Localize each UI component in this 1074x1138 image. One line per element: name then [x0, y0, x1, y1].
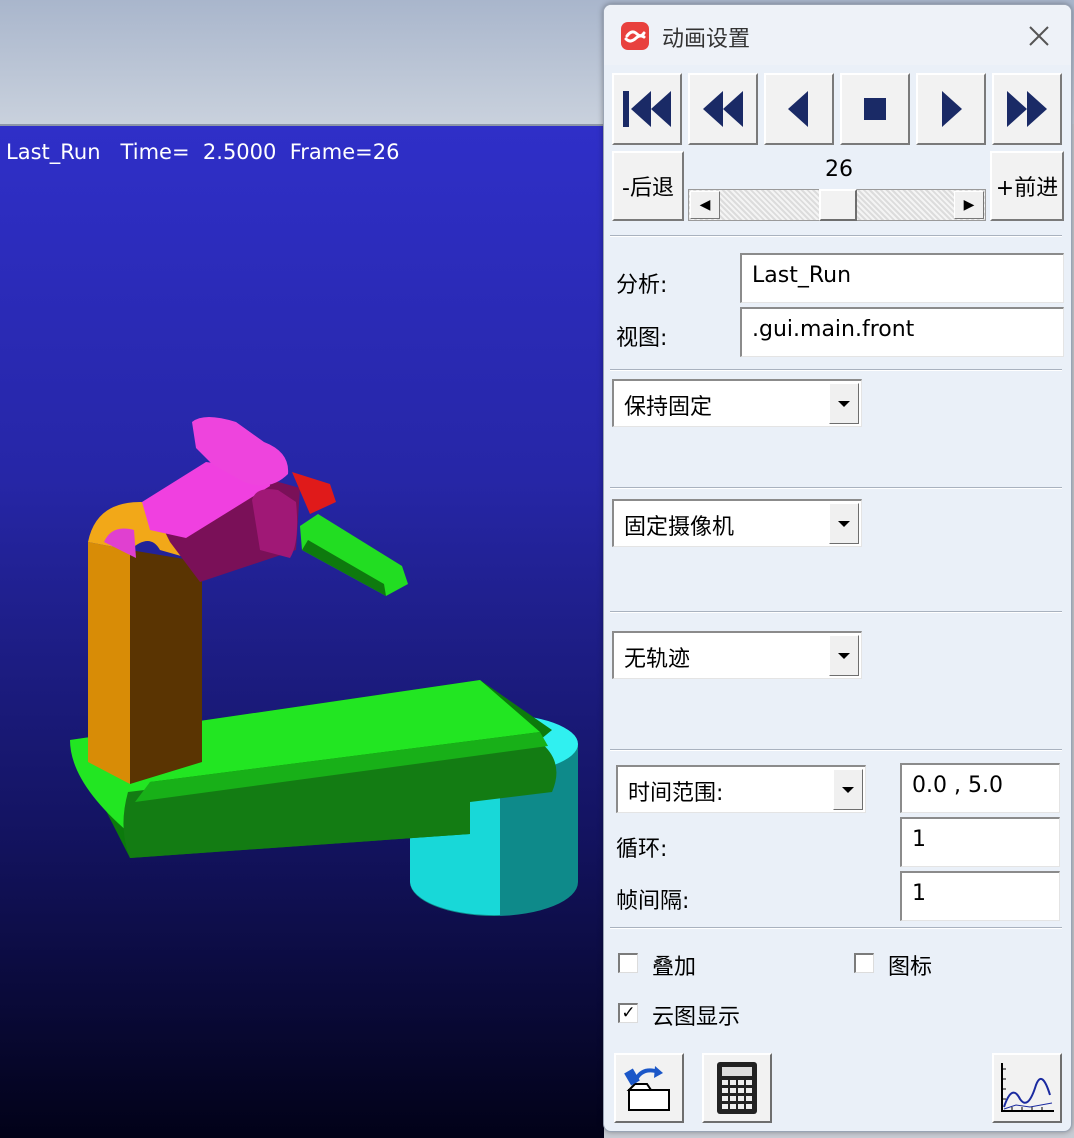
gripper	[300, 514, 408, 596]
plot-icon	[1001, 1063, 1054, 1112]
icons-checkbox[interactable]	[854, 953, 874, 973]
animation-settings-dialog: 动画设置 -后退 26 ◀ ▶ +前进 分析: Last_Run 视图: .gu…	[603, 4, 1072, 1132]
separator	[610, 611, 1062, 613]
separator	[610, 487, 1062, 489]
animation-viewport[interactable]: Last_Run Time= 2.5000 Frame=26	[0, 124, 604, 1138]
analysis-field[interactable]: Last_Run	[740, 253, 1064, 303]
fast-rewind-button[interactable]	[688, 73, 758, 145]
dialog-title: 动画设置	[662, 27, 751, 52]
view-field[interactable]: .gui.main.front	[740, 307, 1064, 357]
calculator-button[interactable]	[702, 1053, 772, 1123]
fast-rewind-icon	[703, 91, 743, 127]
open-file-button[interactable]	[614, 1053, 684, 1123]
step-forward-button[interactable]: +前进	[990, 151, 1064, 221]
view-label: 视图:	[616, 326, 668, 351]
fast-forward-button[interactable]	[992, 73, 1062, 145]
dialog-titlebar[interactable]: 动画设置	[604, 5, 1071, 65]
time-range-mode: 时间范围:	[628, 781, 724, 806]
step-back-button[interactable]: -后退	[612, 151, 684, 221]
frame-number: 26	[825, 157, 853, 182]
contour-checkbox[interactable]: ✓	[618, 1003, 638, 1023]
play-forward-button[interactable]	[916, 73, 986, 145]
trace-select[interactable]: 无轨迹	[612, 631, 862, 679]
fixed-mode-select[interactable]: 保持固定	[612, 379, 862, 427]
overlay-checkbox[interactable]	[618, 953, 638, 973]
dropdown-arrow-icon[interactable]	[829, 635, 859, 676]
stop-icon	[864, 98, 886, 120]
fixed-mode-value: 保持固定	[624, 395, 713, 420]
close-icon[interactable]	[1022, 19, 1056, 53]
separator	[610, 749, 1062, 751]
time-range-field[interactable]: 0.0 , 5.0	[900, 763, 1060, 813]
play-reverse-icon	[788, 91, 808, 127]
contour-label: 云图显示	[652, 1005, 741, 1030]
loop-label: 循环:	[616, 837, 668, 862]
calculator-icon	[717, 1062, 757, 1114]
time-range-select[interactable]: 时间范围:	[616, 765, 866, 813]
separator	[610, 235, 1062, 237]
separator	[610, 369, 1062, 371]
fast-forward-icon	[1007, 91, 1047, 127]
overlay-label: 叠加	[652, 955, 697, 980]
app-logo-icon	[621, 22, 649, 50]
camera-value: 固定摄像机	[624, 515, 735, 540]
play-forward-icon	[942, 91, 962, 127]
stop-button[interactable]	[840, 73, 910, 145]
dropdown-arrow-icon[interactable]	[833, 769, 863, 810]
frame-interval-label: 帧间隔:	[616, 889, 690, 914]
robot-arm-model	[70, 417, 578, 916]
dropdown-arrow-icon[interactable]	[829, 503, 859, 544]
icons-label: 图标	[888, 955, 933, 980]
folder-open-icon	[624, 1066, 670, 1111]
loop-field[interactable]: 1	[900, 817, 1060, 867]
play-reverse-button[interactable]	[764, 73, 834, 145]
trace-value: 无轨迹	[624, 647, 691, 672]
rewind-to-start-icon	[623, 91, 671, 127]
plot-button[interactable]	[992, 1053, 1062, 1123]
camera-select[interactable]: 固定摄像机	[612, 499, 862, 547]
frame-interval-field[interactable]: 1	[900, 871, 1060, 921]
slider-left-arrow-icon[interactable]: ◀	[690, 191, 720, 219]
analysis-label: 分析:	[616, 273, 668, 298]
separator	[610, 927, 1062, 929]
slider-thumb[interactable]	[819, 189, 857, 221]
slider-right-arrow-icon[interactable]: ▶	[954, 191, 984, 219]
rewind-to-start-button[interactable]	[612, 73, 682, 145]
dropdown-arrow-icon[interactable]	[829, 383, 859, 424]
